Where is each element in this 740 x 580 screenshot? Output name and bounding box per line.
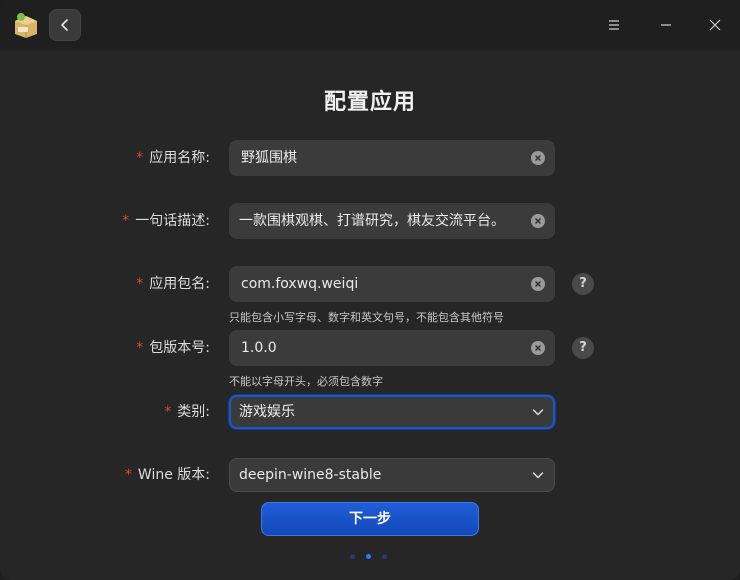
required-mark: * (136, 150, 144, 166)
version-input[interactable]: 1.0.0 (229, 330, 555, 366)
clear-button[interactable] (531, 214, 545, 228)
minimize-icon (661, 24, 671, 26)
help-button[interactable]: ? (572, 273, 594, 295)
close-icon (709, 19, 721, 31)
clear-button[interactable] (531, 151, 545, 165)
clear-icon (535, 155, 541, 161)
description-input[interactable]: 一款围棋观棋、打谱研究，棋友交流平台。 (229, 203, 555, 239)
field-hint: 不能以字母开头，必须包含数字 (229, 375, 383, 388)
wine-version-select[interactable]: deepin-wine8-stable (229, 458, 555, 492)
field-label: * 一句话描述: (122, 213, 210, 229)
required-mark: * (164, 404, 172, 420)
title-bar (0, 0, 740, 50)
menu-icon (609, 20, 619, 30)
package-box-icon (12, 11, 40, 39)
page-dot (350, 554, 355, 559)
clear-icon (535, 218, 541, 224)
chevron-down-icon (532, 472, 544, 479)
next-button[interactable]: 下一步 (261, 502, 479, 536)
category-select[interactable]: 游戏娱乐 (229, 395, 555, 429)
page-dot (382, 554, 387, 559)
back-button[interactable] (49, 9, 81, 41)
clear-icon (535, 345, 541, 351)
field-label: * Wine 版本: (124, 467, 210, 483)
minimize-button[interactable] (655, 14, 677, 36)
clear-button[interactable] (531, 341, 545, 355)
required-mark: * (124, 467, 132, 483)
page-indicator (350, 553, 390, 561)
close-button[interactable] (704, 14, 726, 36)
menu-button[interactable] (603, 14, 625, 36)
field-label: * 包版本号: (136, 340, 210, 356)
page-title: 配置应用 (323, 90, 416, 115)
field-label: * 类别: (164, 404, 210, 420)
app-name-input[interactable]: 野狐围棋 (229, 140, 555, 176)
chevron-left-icon (61, 19, 68, 31)
app-window: 配置应用 * 应用名称: 野狐围棋 * 一句话描述: 一款围棋观棋、打谱研究，棋友交… (0, 0, 740, 580)
chevron-down-icon (532, 409, 544, 416)
package-name-input[interactable]: com.foxwq.weiqi (229, 266, 555, 302)
field-hint: 只能包含小写字母、数字和英文句号，不能包含其他符号 (229, 311, 504, 324)
help-button[interactable]: ? (572, 337, 594, 359)
clear-button[interactable] (531, 277, 545, 291)
required-mark: * (136, 276, 144, 292)
field-label: * 应用包名: (136, 276, 210, 292)
field-label: * 应用名称: (136, 150, 210, 166)
page-dot-active (366, 554, 371, 559)
required-mark: * (122, 213, 130, 229)
required-mark: * (136, 340, 144, 356)
clear-icon (535, 281, 541, 287)
